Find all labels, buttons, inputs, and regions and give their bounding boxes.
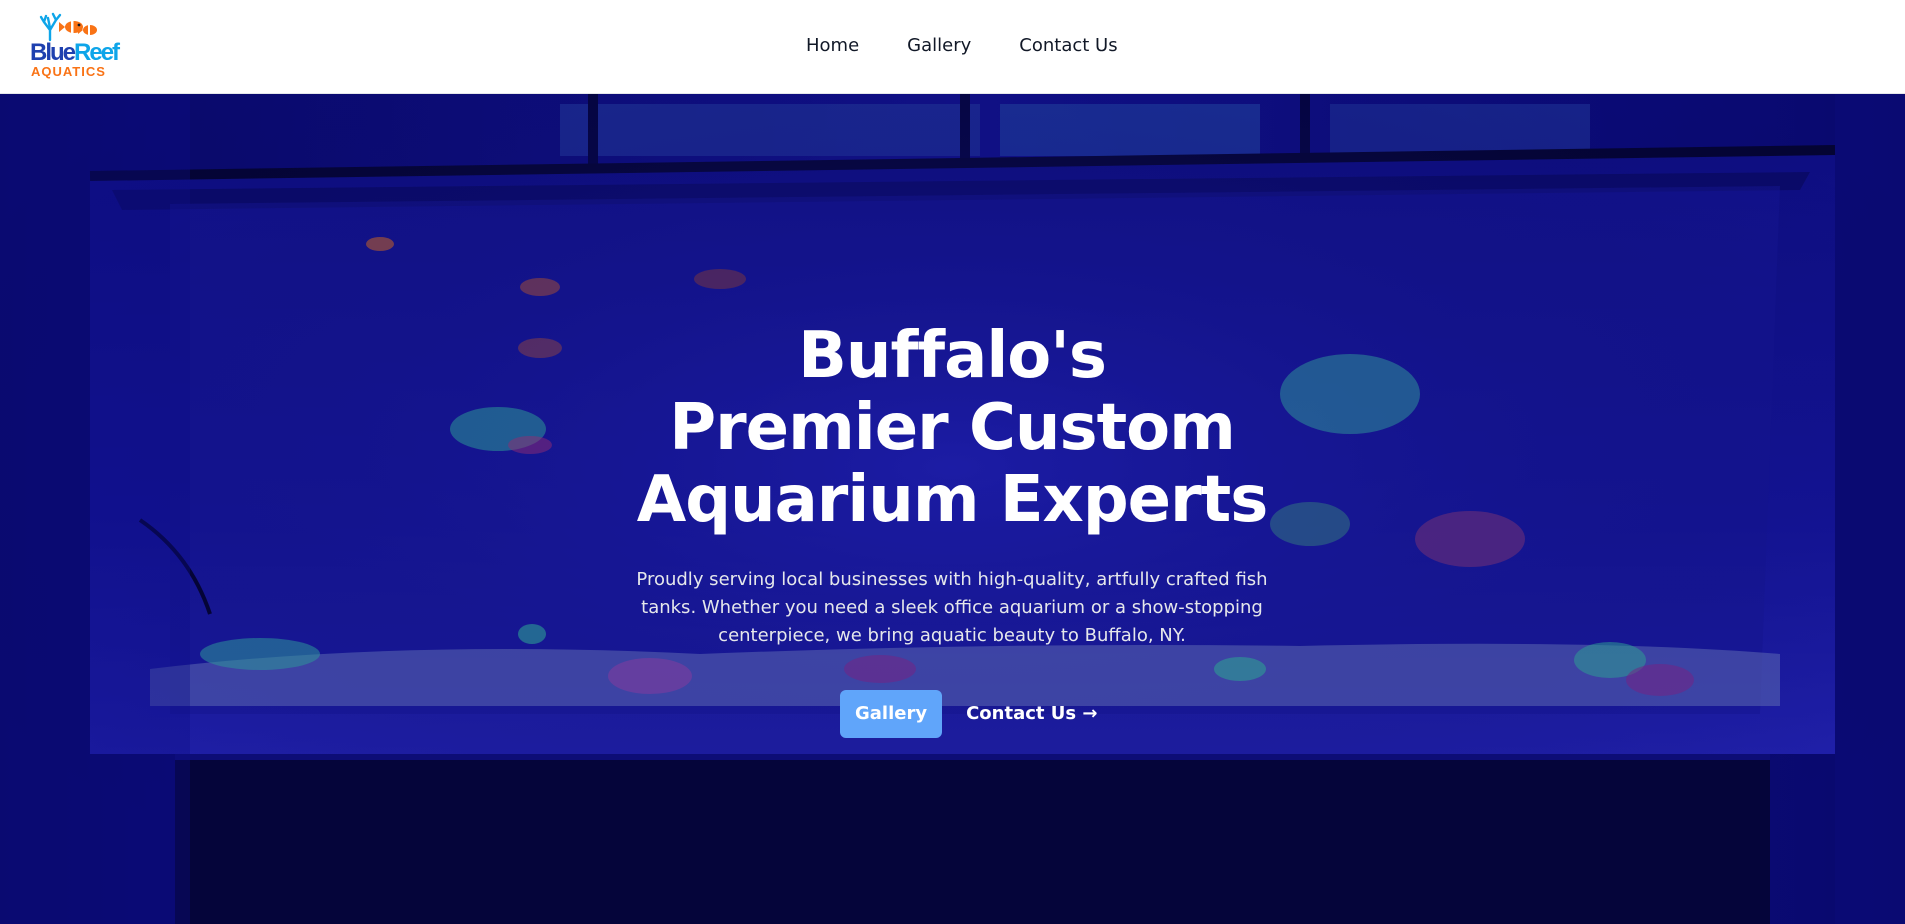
hero-title-line-2: Premier Custom xyxy=(669,391,1236,465)
logo-subtitle: AQUATICS xyxy=(31,64,106,79)
hero-actions: Gallery Contact Us → xyxy=(840,690,1097,738)
logo-wordmark: BlueReef xyxy=(30,39,120,66)
site-header: BlueReef AQUATICS Home Gallery Contact U… xyxy=(0,0,1905,94)
main-nav: Home Gallery Contact Us xyxy=(806,35,1166,59)
hero-description: Proudly serving local businesses with hi… xyxy=(636,569,1268,646)
contact-us-link[interactable]: Contact Us → xyxy=(966,704,1097,724)
hero-section: Buffalo's Premier Custom Aquarium Expert… xyxy=(0,94,1905,924)
logo-word-blue: Blue xyxy=(30,39,76,66)
brand-logo[interactable]: BlueReef AQUATICS xyxy=(30,12,120,80)
gallery-button[interactable]: Gallery xyxy=(840,690,943,738)
nav-contact[interactable]: Contact Us xyxy=(1019,35,1117,59)
coral-fish-icon xyxy=(39,12,97,42)
hero-title-line-1: Buffalo's xyxy=(798,319,1107,393)
nav-gallery[interactable]: Gallery xyxy=(907,35,971,59)
hero-title-line-3: Aquarium Experts xyxy=(636,463,1269,537)
hero-title: Buffalo's Premier Custom Aquarium Expert… xyxy=(552,320,1352,536)
logo-word-reef: Reef xyxy=(74,39,120,66)
nav-home[interactable]: Home xyxy=(806,35,859,59)
